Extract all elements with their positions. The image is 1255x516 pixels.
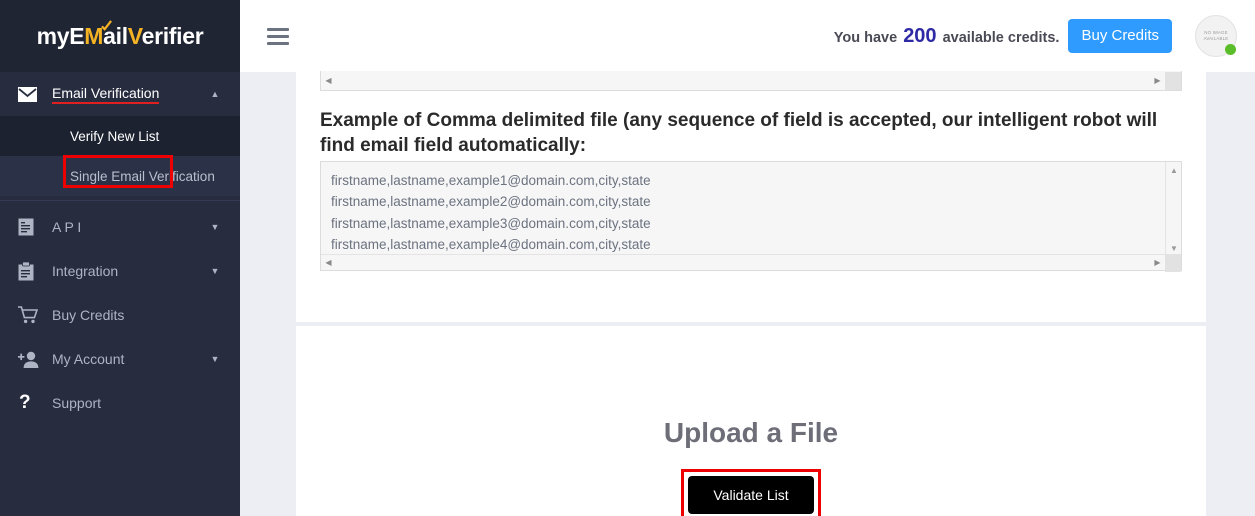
sidebar-item-label: Email Verification [52, 85, 160, 104]
hamburger-bar [267, 27, 289, 31]
validate-button-area: Validate List [296, 469, 1206, 516]
credits-area: You have 200 available credits. Buy Cred… [834, 15, 1255, 57]
question-mark-icon: ? [19, 392, 31, 413]
scroll-left-arrow-icon[interactable]: ◀ [321, 254, 336, 272]
envelope-icon [18, 86, 52, 102]
hamburger-bar [267, 41, 289, 45]
credits-suffix: available credits. [942, 29, 1060, 46]
person-add-icon [18, 351, 52, 368]
example-line: firstname,lastname,example3@domain.com,c… [331, 215, 651, 231]
credits-status-text: You have 200 available credits. [834, 25, 1060, 48]
top-header: You have 200 available credits. Buy Cred… [240, 0, 1255, 72]
chevron-down-icon[interactable] [202, 222, 228, 233]
sidebar-item-single-email-verification[interactable]: Single Email Verification [0, 156, 240, 196]
hamburger-bar [267, 34, 289, 38]
sidebar-item-label: Buy Credits [52, 307, 125, 323]
sidebar-subitem-label: Verify New List [70, 128, 160, 144]
upper-textarea-horizontal-scrollbar[interactable]: ◀ ▶ [320, 71, 1182, 91]
sidebar: myEMailVerifier Email Verification Verif… [0, 0, 240, 516]
example-card: ◀ ▶ Example of Comma delimited file (any… [296, 71, 1206, 322]
page-right-gutter [1206, 72, 1255, 516]
sidebar-item-integration[interactable]: Integration [0, 249, 240, 293]
sidebar-item-label: My Account [52, 351, 125, 367]
chevron-down-icon[interactable] [202, 354, 228, 365]
buy-credits-button[interactable]: Buy Credits [1068, 19, 1172, 53]
sidebar-subitem-label: Single Email Verification [70, 168, 215, 184]
sidebar-item-support[interactable]: ? Support [0, 381, 240, 425]
scroll-left-arrow-icon[interactable]: ◀ [321, 72, 336, 90]
page-body: ◀ ▶ Example of Comma delimited file (any… [240, 71, 1255, 516]
page-title: Example of Comma delimited file (any seq… [320, 110, 1158, 156]
logo-part-3: erifier [141, 22, 204, 49]
sidebar-item-label: Support [52, 395, 102, 411]
example-line: firstname,lastname,example2@domain.com,c… [331, 194, 651, 210]
upload-a-file-heading: Upload a File [663, 417, 839, 448]
sidebar-item-buy-credits[interactable]: Buy Credits [0, 293, 240, 337]
example-line: firstname,lastname,example1@domain.com,c… [331, 173, 651, 188]
brand-logo[interactable]: myEMailVerifier [0, 0, 240, 72]
annotation-box-validate-list: Validate List [681, 469, 821, 516]
upload-card: Upload a File Validate List [296, 326, 1206, 516]
hamburger-icon[interactable] [267, 24, 289, 49]
sidebar-item-api[interactable]: A P I [0, 205, 240, 249]
chevron-up-icon[interactable] [202, 89, 228, 100]
clipboard-icon [18, 261, 52, 281]
scroll-right-arrow-icon[interactable]: ▶ [1150, 72, 1165, 90]
cart-icon [18, 306, 52, 324]
chevron-down-icon[interactable] [202, 266, 228, 277]
brand-logo-text: myEMailVerifier [36, 19, 204, 50]
credits-count: 200 [903, 24, 937, 47]
scroll-up-arrow-icon[interactable]: ▲ [1166, 162, 1182, 178]
credits-prefix: You have [833, 29, 898, 46]
document-icon [18, 218, 52, 236]
sidebar-item-label: Integration [52, 263, 119, 279]
avatar-text-line-2: AVAILABLE [1203, 36, 1229, 41]
app-root: myEMailVerifier Email Verification Verif… [0, 0, 1255, 516]
example-lines-group: firstname,lastname,example1@domain.com,c… [331, 170, 1151, 255]
logo-accent-v: V [127, 22, 142, 49]
sidebar-item-email-verification[interactable]: Email Verification [0, 72, 240, 116]
validate-list-button[interactable]: Validate List [688, 476, 814, 514]
example-textarea-horizontal-scrollbar[interactable]: ◀ ▶ [321, 253, 1181, 272]
scrollbar-corner [1165, 71, 1181, 90]
avatar[interactable]: NO IMAGE AVAILABLE [1195, 15, 1237, 57]
example-line: firstname,lastname,example4@domain.com,c… [331, 236, 651, 252]
sidebar-item-verify-new-list[interactable]: Verify New List [0, 116, 240, 156]
example-textarea[interactable]: firstname,lastname,example1@domain.com,c… [320, 161, 1182, 272]
sidebar-divider [0, 200, 240, 201]
scroll-right-arrow-icon[interactable]: ▶ [1150, 254, 1165, 272]
checkmark-icon [100, 19, 112, 31]
status-badge-online [1225, 44, 1236, 55]
scrollbar-corner [1165, 253, 1181, 272]
sidebar-item-label: A P I [52, 219, 82, 235]
logo-part-1: myE [36, 22, 85, 49]
sidebar-item-my-account[interactable]: My Account [0, 337, 240, 381]
example-textarea-vertical-scrollbar[interactable]: ▲ ▼ [1165, 162, 1181, 256]
